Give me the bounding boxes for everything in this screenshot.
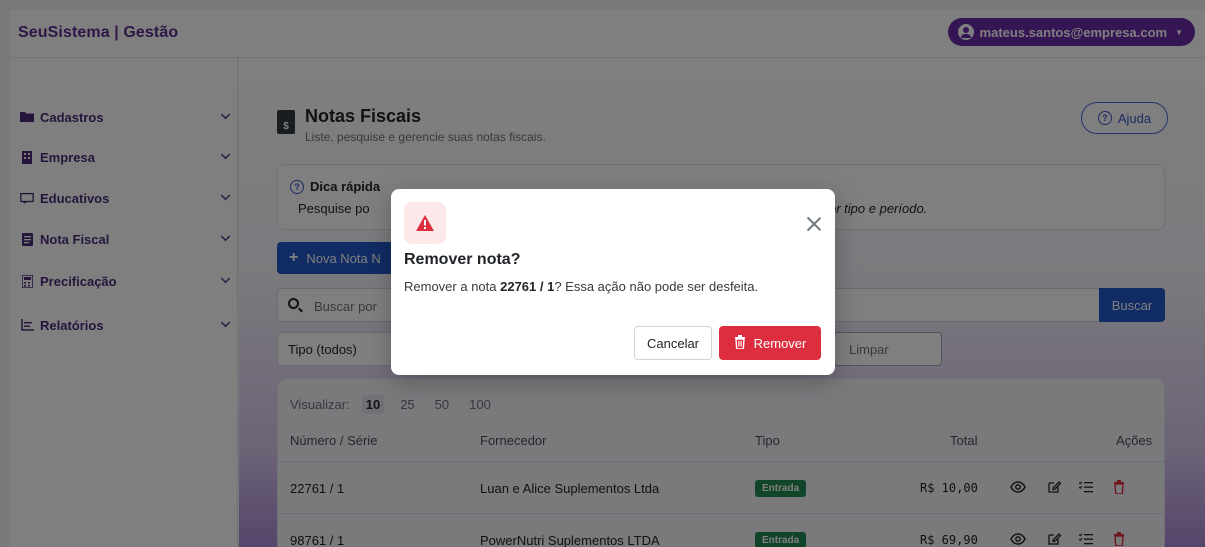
dialog-message-suffix: ? Essa ação não pode ser desfeita. [554,279,759,294]
remove-button[interactable]: Remover [719,326,821,360]
warning-triangle-icon [404,202,446,244]
cancel-button[interactable]: Cancelar [634,326,712,360]
dialog-invoice-number: 22761 / 1 [500,279,555,294]
remove-invoice-dialog: Remover nota? Remover a nota 22761 / 1? … [391,189,835,375]
trash-icon [734,334,746,352]
close-icon[interactable] [805,215,823,233]
remove-label: Remover [753,335,807,351]
dialog-message-prefix: Remover a nota [404,279,501,294]
dialog-title: Remover nota? [404,251,521,268]
dialog-message: Remover a nota 22761 / 1? Essa ação não … [404,279,758,294]
